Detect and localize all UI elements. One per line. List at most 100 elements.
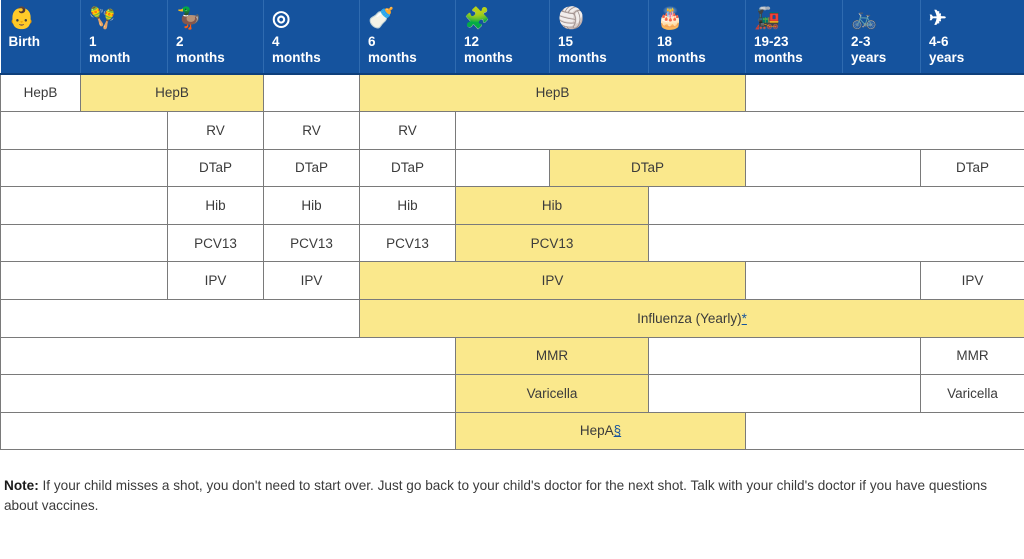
age-column-header-1: 🪇 1 month [80,0,168,75]
age-header-row: 👶 Birth 🪇 1 month 🦆 2 months ◎ 4 months 🍼 6 month… [0,0,1024,75]
vaccine-label: MMR [535,348,569,364]
vaccine-cell-hepb: HepB [80,73,264,112]
vaccine-label: HepA [579,423,614,439]
age-column-label: 19-23 months [754,34,803,65]
vaccine-label: Hib [301,197,322,213]
vaccine-label: RV [302,122,321,138]
empty-cell [648,374,921,413]
empty-cell [745,411,1024,451]
vaccine-cell-pcv13: PCV13 [359,223,456,263]
vaccine-label: Influenza (Yearly) [637,310,742,326]
age-column-header-4: 🍼 6 months [359,0,456,75]
rubber-duck-icon: 🦆 [176,7,203,30]
table-row: HepB HepB HepB [0,73,1024,112]
vaccine-label: IPV [300,273,323,289]
vaccine-cell-rv: RV [263,110,360,150]
vaccine-label: MMR [956,348,989,364]
footnote-link[interactable]: * [742,311,747,326]
vaccine-cell-mmr: MMR [920,336,1024,376]
age-column-label: 4-6 years [929,34,965,65]
rattle-icon: 🪇 [89,7,116,30]
age-column-label: 6 months [368,34,417,65]
vaccine-label: HepB [155,85,189,101]
vaccine-label: DTaP [955,160,989,176]
age-column-label: 12 months [464,34,513,65]
age-column-label: 2 months [176,34,225,65]
vaccine-label: RV [206,122,225,138]
paper-airplane-icon: ✈ [929,7,947,30]
building-blocks-icon: 🧩 [464,7,491,30]
vaccine-cell-varicella: Varicella [920,374,1024,413]
table-row: DTaP DTaP DTaP DTaP DTaP [0,148,1024,188]
beach-ball-icon: 🏐 [558,7,585,30]
empty-cell [0,336,456,376]
teething-rings-icon: ◎ [272,7,291,30]
empty-cell [0,186,168,225]
age-column-header-2: 🦆 2 months [167,0,264,75]
vaccine-cell-ipv: IPV [920,261,1024,300]
age-column-header-6: 🏐 15 months [549,0,649,75]
empty-cell [455,148,550,188]
age-column-label: 4 months [272,34,321,65]
vaccine-label: PCV13 [290,235,333,251]
vaccine-label: DTaP [390,160,424,176]
age-column-label: 2-3 years [851,34,887,65]
table-row: HepA§ [0,411,1024,451]
age-column-header-0: 👶 Birth [0,0,81,75]
table-row: Varicella Varicella [0,374,1024,413]
vaccine-label: DTaP [294,160,328,176]
table-row: MMR MMR [0,336,1024,376]
table-row: RV RV RV [0,110,1024,150]
empty-cell [0,374,456,413]
vaccine-cell-hib: Hib [359,186,456,225]
vaccine-cell-pcv13: PCV13 [167,223,264,263]
vaccine-cell-hepa: HepA§ [455,411,746,451]
vaccine-label: Varicella [526,385,578,401]
vaccine-rows: HepB HepB HepB RV RV RV DTaP DTaP DTaP DTaP DTaP Hi… [0,73,1024,451]
vaccine-cell-dtap: DTaP [263,148,360,188]
vaccine-label: DTaP [630,160,664,176]
footnote-link[interactable]: § [614,423,622,438]
vaccine-label: HepB [23,85,58,101]
empty-cell [455,110,1024,150]
empty-cell [0,148,168,188]
age-column-label: 1 month [89,34,131,65]
vaccine-label: PCV13 [194,235,237,251]
table-row: Hib Hib Hib Hib [0,186,1024,225]
empty-cell [745,73,1024,112]
age-column-label: 18 months [657,34,706,65]
age-column-header-8: 🚂 19-23 months [745,0,843,75]
empty-cell [745,148,921,188]
vaccine-label: IPV [961,273,984,289]
vaccine-label: IPV [541,273,564,289]
empty-cell [0,223,168,263]
vaccine-cell-ipv: IPV [263,261,360,300]
age-column-header-10: ✈ 4-6 years [920,0,1024,75]
table-row: Influenza (Yearly)* [0,298,1024,338]
vaccine-cell-influenza: Influenza (Yearly)* [359,298,1024,338]
vaccine-cell-hib: Hib [263,186,360,225]
vaccine-cell-dtap: DTaP [549,148,746,188]
vaccine-cell-hib: Hib [455,186,649,225]
vaccine-cell-hib: Hib [167,186,264,225]
bib-icon: 🍼 [368,7,395,30]
vaccine-cell-rv: RV [167,110,264,150]
empty-cell [0,110,168,150]
age-column-header-7: 🎂 18 months [648,0,746,75]
vaccine-label: Hib [397,197,418,213]
vaccine-cell-mmr: MMR [455,336,649,376]
vaccine-label: Varicella [947,385,998,401]
note-label: Note: [4,477,39,493]
vaccine-cell-dtap: DTaP [920,148,1024,188]
tricycle-icon: 🚲 [851,7,878,30]
vaccine-label: PCV13 [530,235,574,251]
empty-cell [263,73,360,112]
empty-cell [648,223,1024,263]
vaccine-cell-dtap: DTaP [167,148,264,188]
table-row: PCV13 PCV13 PCV13 PCV13 [0,223,1024,263]
empty-cell [0,261,168,300]
stacking-rings-toy-icon: 🎂 [657,7,684,30]
empty-cell [648,336,921,376]
vaccine-cell-pcv13: PCV13 [263,223,360,263]
toy-train-icon: 🚂 [754,7,781,30]
